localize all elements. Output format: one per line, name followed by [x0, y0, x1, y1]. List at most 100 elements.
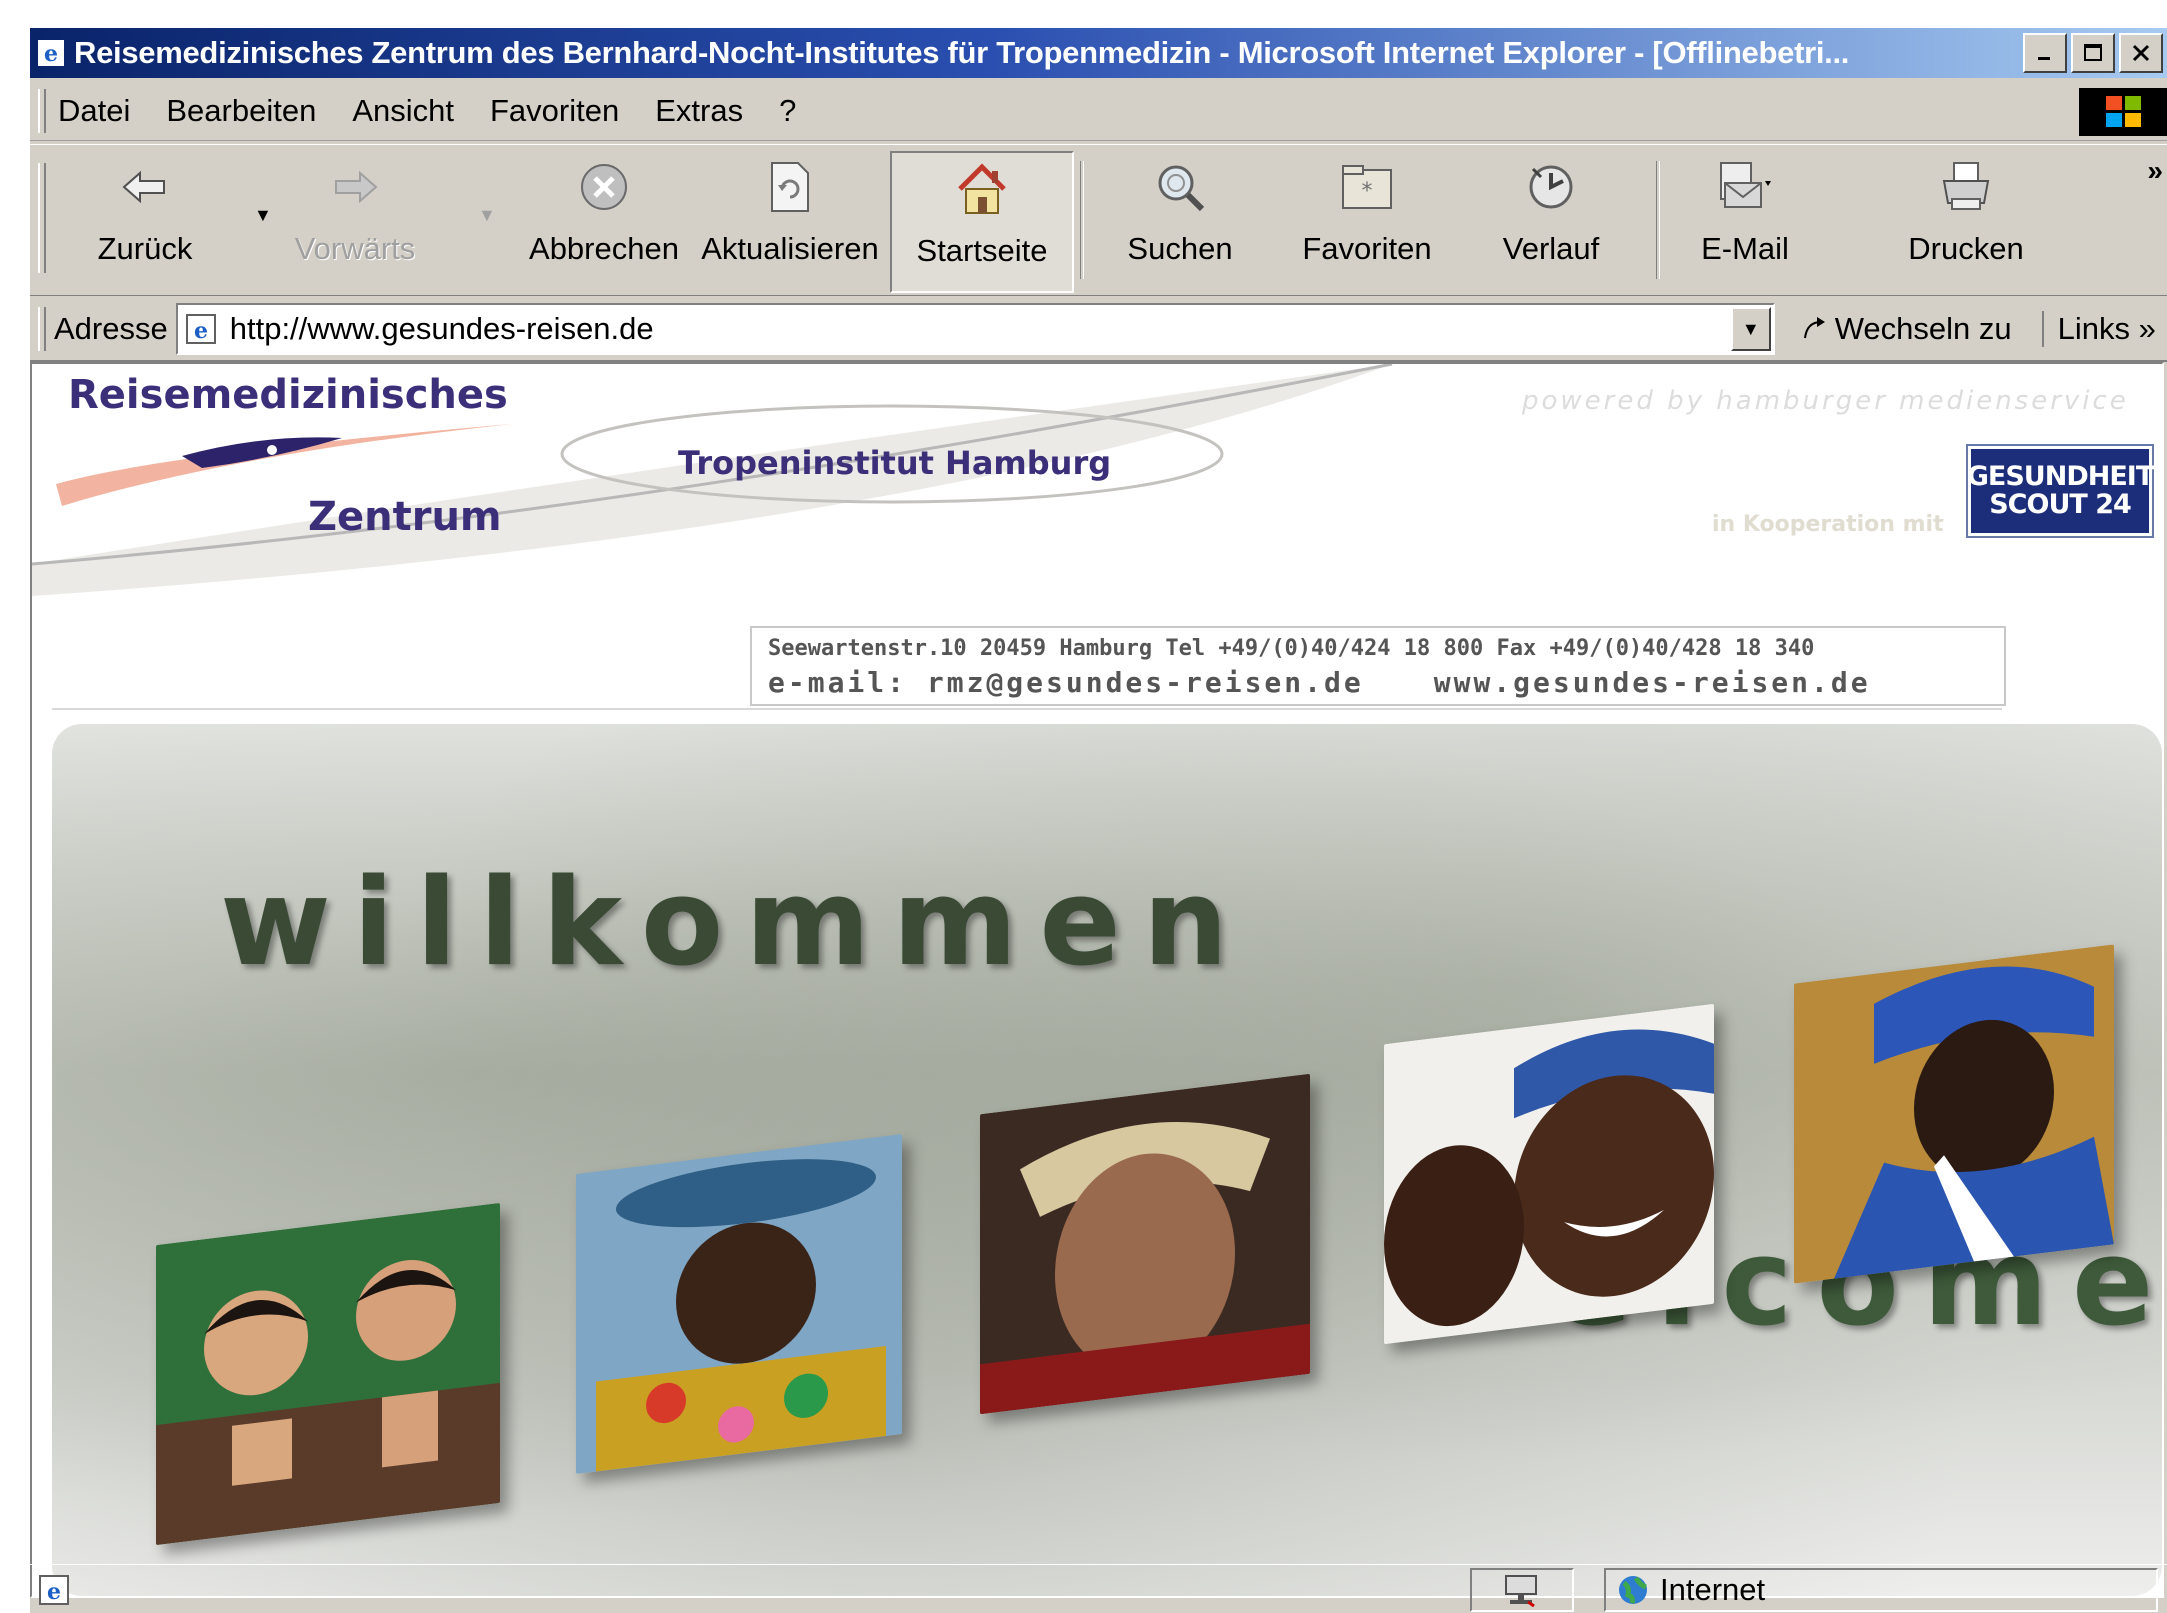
menu-grip[interactable] — [38, 89, 46, 133]
close-icon — [2132, 44, 2150, 62]
svg-text:*: * — [1362, 179, 1373, 204]
stop-button[interactable]: Abbrechen — [524, 151, 684, 289]
mail-button[interactable]: E-Mail — [1690, 151, 1800, 289]
photo-woman-graphic — [980, 1073, 1310, 1415]
address-input[interactable]: e http://www.gesundes-reisen.de ▼ — [175, 303, 1775, 355]
print-icon — [1942, 162, 1990, 210]
address-url: http://www.gesundes-reisen.de — [229, 311, 654, 346]
photo-smiling-graphic — [1384, 1003, 1714, 1345]
menu-bearbeiten[interactable]: Bearbeiten — [166, 93, 316, 129]
menu-bar: Datei Bearbeiten Ansicht Favoriten Extra… — [30, 82, 2167, 141]
history-button[interactable]: Verlauf — [1486, 151, 1616, 289]
history-label: Verlauf — [1502, 231, 1600, 266]
refresh-label: Aktualisieren — [701, 231, 879, 266]
back-label: Zurück — [97, 231, 193, 266]
menu-ansicht[interactable]: Ansicht — [352, 93, 454, 129]
page-icon: e — [185, 314, 216, 344]
powered-by-text: powered by hamburger medienservice — [1522, 386, 2129, 416]
photo-girl-graphic — [576, 1133, 902, 1475]
toolbar-separator — [1656, 161, 1660, 279]
menu-datei[interactable]: Datei — [58, 93, 130, 129]
tropeninstitut-text: Tropeninstitut Hamburg — [678, 444, 1112, 482]
toolbar-separator — [1080, 161, 1084, 279]
title-bar[interactable]: e Reisemedizinisches Zentrum des Bernhar… — [30, 28, 2167, 78]
mail-label: E-Mail — [1701, 231, 1789, 266]
page-status-icon: e — [39, 1574, 69, 1605]
contact-address: Seewartenstr.10 20459 Hamburg Tel +49/(0… — [768, 636, 1815, 661]
photo-children-graphic — [156, 1202, 500, 1546]
back-arrow-icon — [122, 170, 165, 204]
browser-window: e Reisemedizinisches Zentrum des Bernhar… — [28, 26, 2167, 1613]
menu-help[interactable]: ? — [779, 93, 796, 129]
favorites-folder-icon: * — [1342, 165, 1392, 209]
back-dropdown[interactable]: ▼ — [254, 205, 272, 226]
address-dropdown-button[interactable]: ▼ — [1730, 307, 1771, 351]
go-label: Wechseln zu — [1834, 311, 2012, 346]
scout-line-1: GESUNDHEIT — [1966, 460, 2154, 492]
scout-line-2: SCOUT 24 — [1989, 489, 2132, 520]
minimize-button[interactable] — [2023, 33, 2067, 73]
zone-label: Internet — [1660, 1571, 1766, 1607]
photo-smiling-children[interactable] — [1384, 1003, 1714, 1345]
windows-flag-icon — [2106, 96, 2141, 127]
refresh-button[interactable]: Aktualisieren — [696, 151, 884, 289]
maximize-button[interactable] — [2071, 33, 2115, 73]
photo-elderly-woman[interactable] — [980, 1073, 1310, 1415]
back-button[interactable]: Zurück — [90, 151, 200, 289]
window-title: Reisemedizinisches Zentrum des Bernhard-… — [74, 35, 1850, 70]
search-label: Suchen — [1127, 231, 1233, 266]
print-button[interactable]: Drucken — [1896, 151, 2036, 289]
gesundheit-scout-logo[interactable]: GESUNDHEIT SCOUT 24 — [1966, 446, 2154, 536]
menu-favoriten[interactable]: Favoriten — [490, 93, 619, 129]
contact-web[interactable]: www.gesundes-reisen.de — [1434, 666, 1871, 699]
logo-header: Reisemedizinisches Zentrum Tropeninstitu… — [32, 364, 1432, 604]
photo-man-blue-turban[interactable] — [1794, 944, 2114, 1284]
close-button[interactable] — [2119, 33, 2163, 73]
standard-toolbar: Zurück ▼ Vorwärts ▼ Abbrechen Aktualisie… — [30, 144, 2167, 296]
favorites-label: Favoriten — [1302, 231, 1432, 266]
address-label: Adresse — [54, 311, 168, 346]
svg-text:e: e — [44, 41, 58, 67]
forward-dropdown[interactable]: ▼ — [478, 205, 496, 226]
stop-label: Abbrechen — [529, 231, 679, 266]
page-content: Reisemedizinisches Zentrum Tropeninstitu… — [30, 362, 2164, 1598]
links-button[interactable]: Links » — [2041, 311, 2156, 347]
minimize-icon — [2038, 57, 2050, 60]
search-button[interactable]: Suchen — [1110, 151, 1250, 289]
search-icon — [1158, 165, 1205, 212]
home-icon — [958, 163, 1006, 214]
logo-line-1: Reisemedizinisches — [68, 372, 508, 418]
photo-children-praying[interactable] — [156, 1202, 500, 1546]
status-zone-cell: Internet — [1604, 1567, 2158, 1612]
contact-email[interactable]: e-mail: rmz@gesundes-reisen.de — [768, 666, 1364, 699]
address-grip[interactable] — [38, 307, 46, 351]
history-icon — [1529, 165, 1573, 209]
willkommen-heading: willkommen — [220, 854, 1251, 993]
go-button[interactable]: Wechseln zu — [1801, 311, 2012, 347]
photo-man-graphic — [1794, 944, 2114, 1284]
home-label: Startseite — [916, 233, 1048, 268]
svg-text:e: e — [194, 318, 208, 344]
forward-label: Vorwärts — [294, 231, 416, 266]
maximize-icon — [2084, 44, 2102, 61]
stop-icon — [581, 164, 627, 210]
forward-button[interactable]: Vorwärts — [295, 151, 415, 289]
favorites-button[interactable]: * Favoriten — [1292, 151, 1442, 289]
go-arrow-icon — [1803, 317, 1825, 339]
toolbar-overflow-chevron[interactable]: » — [2147, 155, 2163, 187]
menu-extras[interactable]: Extras — [655, 93, 743, 129]
address-bar: Adresse e http://www.gesundes-reisen.de … — [30, 298, 2167, 362]
forward-arrow-icon — [335, 170, 378, 204]
photo-girl-with-bowl[interactable] — [576, 1133, 902, 1475]
contact-line-2: e-mail: rmz@gesundes-reisen.de www.gesund… — [768, 666, 1871, 699]
logo-line-2: Zentrum — [308, 494, 502, 540]
home-button[interactable]: Startseite — [890, 151, 1074, 293]
print-label: Drucken — [1908, 231, 2024, 266]
kooperation-text: in Kooperation mit — [1712, 512, 1944, 537]
header-divider — [52, 708, 2002, 710]
internet-globe-icon — [1619, 1575, 1647, 1604]
contact-box: Seewartenstr.10 20459 Hamburg Tel +49/(0… — [750, 626, 2006, 706]
mail-icon — [1720, 162, 1771, 208]
toolbar-grip[interactable] — [38, 163, 46, 273]
network-icon — [1505, 1574, 1537, 1607]
